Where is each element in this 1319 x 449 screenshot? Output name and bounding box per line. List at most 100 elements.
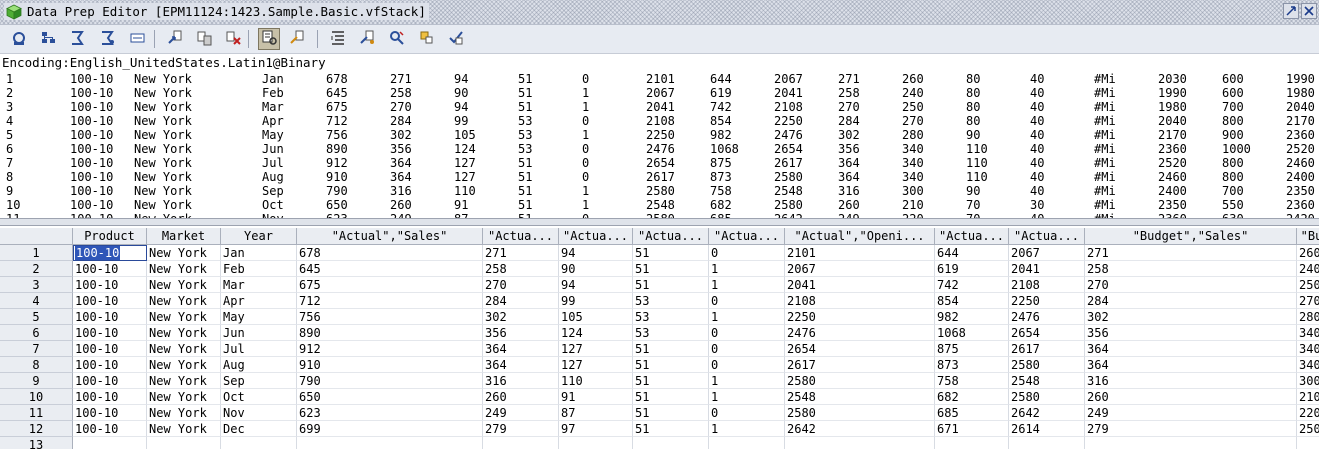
grid-cell[interactable]: 0 [709, 341, 785, 357]
row-header[interactable]: 2 [0, 261, 73, 277]
grid-cell[interactable]: 2067 [1009, 245, 1085, 261]
grid-cell[interactable]: 2108 [1009, 277, 1085, 293]
grid-cell[interactable]: 53 [633, 293, 709, 309]
raw-record[interactable]: 10 100-10 New York Oct 650 260 91 51 1 2548 682 258… [0, 198, 1319, 212]
grid-cell[interactable]: 1 [709, 421, 785, 437]
grid-cell[interactable]: 279 [483, 421, 559, 437]
row-header[interactable]: 6 [0, 325, 73, 341]
grid-cell[interactable]: 260 [1297, 245, 1319, 261]
raw-record[interactable]: 5 100-10 New York May 756 302 105 53 1 2250 982 247… [0, 128, 1319, 142]
grid-cell[interactable]: Jun [221, 325, 297, 341]
grid-cell[interactable]: 0 [709, 293, 785, 309]
row-header[interactable]: 3 [0, 277, 73, 293]
column-header[interactable]: "Actual","Openi... [785, 228, 935, 245]
grid-cell[interactable]: New York [147, 261, 221, 277]
open-data-file-button[interactable] [8, 28, 30, 50]
grid-cell[interactable]: 271 [1085, 245, 1297, 261]
grid-cell[interactable]: 51 [633, 261, 709, 277]
grid-cell[interactable]: 671 [935, 421, 1009, 437]
grid-cell[interactable]: 100-10 [73, 261, 147, 277]
grid-cell[interactable]: 645 [297, 261, 483, 277]
grid-cell[interactable]: Mar [221, 277, 297, 293]
grid-cell[interactable]: 100-10 [73, 421, 147, 437]
grid-cell[interactable]: 854 [935, 293, 1009, 309]
grid-cell[interactable]: 258 [1085, 261, 1297, 277]
grid-cell[interactable]: 712 [297, 293, 483, 309]
grid-cell[interactable]: 2654 [785, 341, 935, 357]
title-bar[interactable]: Data Prep Editor [EPM11124:1423.Sample.B… [0, 0, 1319, 25]
grid-cell[interactable]: New York [147, 245, 221, 261]
grid-cell[interactable]: 2617 [1009, 341, 1085, 357]
grid-cell[interactable]: Feb [221, 261, 297, 277]
grid-cell[interactable]: 51 [633, 373, 709, 389]
column-header[interactable]: "Actua... [1009, 228, 1085, 245]
grid-cell[interactable]: 356 [1085, 325, 1297, 341]
reject-record-button[interactable] [356, 28, 378, 50]
grid-cell[interactable]: 100-10 [73, 373, 147, 389]
grid-cell[interactable]: 682 [935, 389, 1009, 405]
grid-cell[interactable]: New York [147, 357, 221, 373]
row-header[interactable]: 4 [0, 293, 73, 309]
raw-data-preview[interactable]: 1 100-10 New York Jan 678 271 94 51 0 2101 644 2067… [0, 71, 1319, 218]
column-header[interactable]: "Actua... [559, 228, 633, 245]
grid-cell[interactable] [1009, 437, 1085, 449]
grid-cell[interactable]: 302 [1085, 309, 1297, 325]
data-grid[interactable]: Product Market Year "Actual","Sales" "Actua.… [0, 226, 1319, 449]
grid-cell[interactable]: 91 [559, 389, 633, 405]
grid-cell[interactable]: 1 [709, 389, 785, 405]
grid-cell[interactable]: 2580 [1009, 389, 1085, 405]
grid-cell[interactable]: 51 [633, 421, 709, 437]
column-header[interactable]: Market [147, 228, 221, 245]
grid-cell[interactable]: 100-10 [73, 245, 147, 261]
grid-cell[interactable]: 100-10 [73, 325, 147, 341]
grid-cell[interactable]: 51 [633, 405, 709, 421]
row-header[interactable]: 12 [0, 421, 73, 437]
grid-cell[interactable]: 260 [483, 389, 559, 405]
grid-cell[interactable]: 100-10 [73, 341, 147, 357]
grid-cell[interactable]: 912 [297, 341, 483, 357]
restore-icon[interactable] [1283, 3, 1299, 19]
grid-cell[interactable]: 2580 [785, 405, 935, 421]
grid-cell[interactable]: 1 [709, 373, 785, 389]
grid-cell[interactable] [935, 437, 1009, 449]
grid-cell[interactable]: Jul [221, 341, 297, 357]
grid-cell[interactable] [73, 437, 147, 449]
close-icon[interactable] [1301, 3, 1317, 19]
grid-cell[interactable]: 240 [1297, 261, 1319, 277]
grid-cell[interactable]: 650 [297, 389, 483, 405]
grid-cell[interactable] [1297, 437, 1319, 449]
grid-cell[interactable]: 220 [1297, 405, 1319, 421]
raw-record[interactable]: 7 100-10 New York Jul 912 364 127 51 0 2654 875 261… [0, 156, 1319, 170]
grid-cell[interactable]: 790 [297, 373, 483, 389]
grid-cell[interactable]: 127 [559, 341, 633, 357]
row-header[interactable]: 1 [0, 245, 73, 261]
grid-cell[interactable]: 100-10 [73, 389, 147, 405]
grid-cell[interactable]: 53 [633, 309, 709, 325]
grid-cell[interactable]: 51 [633, 245, 709, 261]
grid-cell[interactable]: May [221, 309, 297, 325]
grid-cell[interactable]: 364 [1085, 341, 1297, 357]
grid-cell[interactable]: 271 [483, 245, 559, 261]
create-field-button[interactable] [286, 28, 308, 50]
validate-button[interactable] [444, 28, 466, 50]
grid-cell[interactable]: New York [147, 309, 221, 325]
grid-cell[interactable]: 678 [297, 245, 483, 261]
grid-cell[interactable]: 280 [1297, 309, 1319, 325]
column-header[interactable]: Year [221, 228, 297, 245]
grid-cell[interactable]: 250 [1297, 421, 1319, 437]
grid-cell[interactable]: 2250 [785, 309, 935, 325]
grid-cell[interactable]: 51 [633, 277, 709, 293]
grid-cell[interactable]: 284 [1085, 293, 1297, 309]
grid-cell[interactable]: Oct [221, 389, 297, 405]
grid-cell[interactable]: 2642 [785, 421, 935, 437]
grid-cell[interactable] [633, 437, 709, 449]
row-header[interactable]: 13 [0, 437, 73, 449]
grid-cell[interactable] [1085, 437, 1297, 449]
raw-record[interactable]: 9 100-10 New York Sep 790 316 110 51 1 2580 758 254… [0, 184, 1319, 198]
grid-cell[interactable]: 51 [633, 341, 709, 357]
column-header[interactable]: "Budget","Sales" [1085, 228, 1297, 245]
column-header[interactable]: Product [73, 228, 147, 245]
grid-cell[interactable]: 110 [559, 373, 633, 389]
grid-cell[interactable]: 105 [559, 309, 633, 325]
dimension-build-button[interactable] [37, 28, 59, 50]
